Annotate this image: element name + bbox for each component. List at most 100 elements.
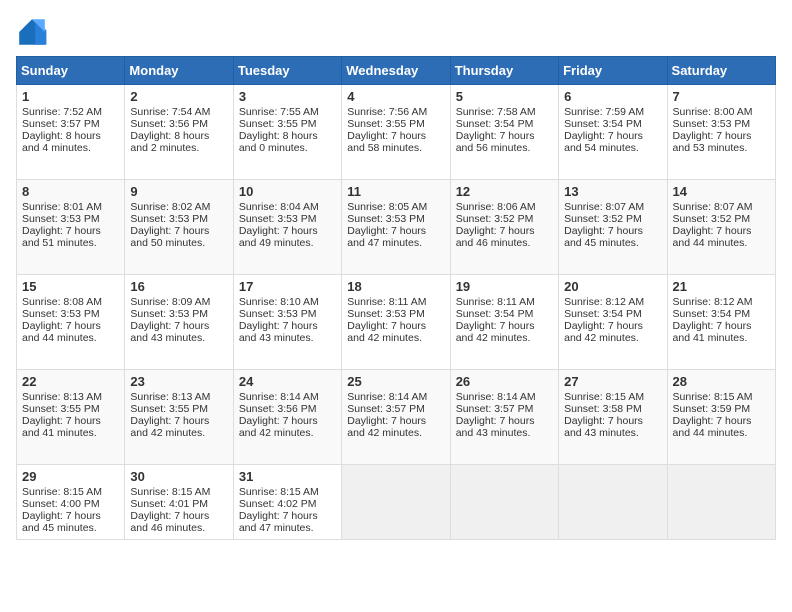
day-info: Sunset: 3:52 PM: [456, 213, 553, 225]
day-info: Daylight: 7 hours: [673, 415, 770, 427]
day-info: Sunset: 3:53 PM: [673, 118, 770, 130]
day-info: Daylight: 7 hours: [673, 320, 770, 332]
day-info: Sunrise: 8:06 AM: [456, 201, 553, 213]
day-info: Sunset: 3:57 PM: [347, 403, 444, 415]
day-info: Daylight: 7 hours: [130, 225, 227, 237]
day-info: Sunset: 3:54 PM: [564, 118, 661, 130]
day-info: and 47 minutes.: [347, 237, 444, 249]
day-info: Sunrise: 8:02 AM: [130, 201, 227, 213]
day-info: Sunset: 3:55 PM: [239, 118, 336, 130]
day-info: Daylight: 7 hours: [564, 415, 661, 427]
day-info: Sunset: 3:57 PM: [22, 118, 119, 130]
day-info: Daylight: 7 hours: [22, 415, 119, 427]
day-info: Daylight: 7 hours: [673, 225, 770, 237]
day-info: Daylight: 7 hours: [456, 130, 553, 142]
day-info: Sunset: 3:56 PM: [130, 118, 227, 130]
day-info: and 42 minutes.: [456, 332, 553, 344]
calendar-cell: 16Sunrise: 8:09 AMSunset: 3:53 PMDayligh…: [125, 275, 233, 370]
day-info: Daylight: 8 hours: [22, 130, 119, 142]
day-info: Sunrise: 8:09 AM: [130, 296, 227, 308]
day-info: Sunrise: 7:59 AM: [564, 106, 661, 118]
logo-icon: [16, 16, 48, 48]
day-info: Sunset: 3:54 PM: [456, 118, 553, 130]
day-info: Sunset: 4:01 PM: [130, 498, 227, 510]
day-number: 18: [347, 279, 444, 294]
day-info: Daylight: 7 hours: [456, 320, 553, 332]
calendar-week-5: 29Sunrise: 8:15 AMSunset: 4:00 PMDayligh…: [17, 465, 776, 540]
day-info: Daylight: 7 hours: [673, 130, 770, 142]
calendar-cell: 3Sunrise: 7:55 AMSunset: 3:55 PMDaylight…: [233, 85, 341, 180]
day-info: and 0 minutes.: [239, 142, 336, 154]
day-info: and 44 minutes.: [673, 427, 770, 439]
day-info: Sunrise: 8:12 AM: [673, 296, 770, 308]
calendar-header-row: SundayMondayTuesdayWednesdayThursdayFrid…: [17, 57, 776, 85]
day-info: Sunrise: 8:15 AM: [564, 391, 661, 403]
calendar-header-tuesday: Tuesday: [233, 57, 341, 85]
day-info: Sunset: 3:55 PM: [22, 403, 119, 415]
calendar-cell: 14Sunrise: 8:07 AMSunset: 3:52 PMDayligh…: [667, 180, 775, 275]
calendar-cell: 13 Sunrise: 8:07 AMSunset: 3:52 PMDayligh…: [559, 180, 667, 275]
day-info: Sunset: 3:53 PM: [130, 213, 227, 225]
day-info: Sunset: 3:52 PM: [564, 213, 661, 225]
day-number: 21: [673, 279, 770, 294]
day-number: 10: [239, 184, 336, 199]
day-info: and 50 minutes.: [130, 237, 227, 249]
day-number: 12: [456, 184, 553, 199]
day-info: Sunrise: 8:10 AM: [239, 296, 336, 308]
calendar-cell: 5Sunrise: 7:58 AMSunset: 3:54 PMDaylight…: [450, 85, 558, 180]
day-info: and 53 minutes.: [673, 142, 770, 154]
day-info: Sunrise: 8:01 AM: [22, 201, 119, 213]
calendar-cell: [342, 465, 450, 540]
day-info: and 46 minutes.: [456, 237, 553, 249]
calendar-cell: 26Sunrise: 8:14 AMSunset: 3:57 PMDayligh…: [450, 370, 558, 465]
day-info: Sunrise: 8:07 AM: [564, 201, 661, 213]
day-number: 31: [239, 469, 336, 484]
day-info: Daylight: 7 hours: [347, 320, 444, 332]
day-info: Daylight: 8 hours: [130, 130, 227, 142]
day-info: and 2 minutes.: [130, 142, 227, 154]
day-number: 11: [347, 184, 444, 199]
day-info: Sunrise: 8:04 AM: [239, 201, 336, 213]
day-info: Sunset: 3:59 PM: [673, 403, 770, 415]
day-info: and 4 minutes.: [22, 142, 119, 154]
calendar-cell: 28Sunrise: 8:15 AMSunset: 3:59 PMDayligh…: [667, 370, 775, 465]
day-info: Sunrise: 7:52 AM: [22, 106, 119, 118]
calendar-header-monday: Monday: [125, 57, 233, 85]
calendar-cell: 7Sunrise: 8:00 AMSunset: 3:53 PMDaylight…: [667, 85, 775, 180]
day-number: 4: [347, 89, 444, 104]
day-info: and 41 minutes.: [22, 427, 119, 439]
day-info: Daylight: 7 hours: [130, 415, 227, 427]
day-info: and 47 minutes.: [239, 522, 336, 534]
day-info: and 45 minutes.: [22, 522, 119, 534]
day-number: 7: [673, 89, 770, 104]
day-info: and 41 minutes.: [673, 332, 770, 344]
day-info: Daylight: 7 hours: [347, 225, 444, 237]
day-info: Sunrise: 8:15 AM: [22, 486, 119, 498]
day-info: Daylight: 7 hours: [564, 225, 661, 237]
calendar-header-sunday: Sunday: [17, 57, 125, 85]
day-info: Daylight: 7 hours: [239, 225, 336, 237]
day-info: Sunset: 3:54 PM: [673, 308, 770, 320]
day-info: Sunset: 3:55 PM: [130, 403, 227, 415]
day-info: and 42 minutes.: [347, 427, 444, 439]
day-number: 13: [564, 184, 661, 199]
day-number: 25: [347, 374, 444, 389]
day-number: 29: [22, 469, 119, 484]
day-number: 22: [22, 374, 119, 389]
calendar-cell: 23Sunrise: 8:13 AMSunset: 3:55 PMDayligh…: [125, 370, 233, 465]
day-info: Sunrise: 8:07 AM: [673, 201, 770, 213]
day-info: Sunrise: 8:13 AM: [22, 391, 119, 403]
day-number: 9: [130, 184, 227, 199]
logo: [16, 16, 52, 48]
day-info: Daylight: 7 hours: [130, 510, 227, 522]
day-info: Sunrise: 8:14 AM: [347, 391, 444, 403]
calendar-cell: 15Sunrise: 8:08 AMSunset: 3:53 PMDayligh…: [17, 275, 125, 370]
day-info: Sunrise: 8:12 AM: [564, 296, 661, 308]
day-number: 26: [456, 374, 553, 389]
calendar-cell: 11Sunrise: 8:05 AMSunset: 3:53 PMDayligh…: [342, 180, 450, 275]
day-info: Sunrise: 8:15 AM: [130, 486, 227, 498]
calendar-cell: 22 Sunrise: 8:13 AMSunset: 3:55 PMDayligh…: [17, 370, 125, 465]
calendar-cell: 6Sunrise: 7:59 AMSunset: 3:54 PMDaylight…: [559, 85, 667, 180]
day-info: Daylight: 7 hours: [22, 225, 119, 237]
calendar-week-3: 15Sunrise: 8:08 AMSunset: 3:53 PMDayligh…: [17, 275, 776, 370]
